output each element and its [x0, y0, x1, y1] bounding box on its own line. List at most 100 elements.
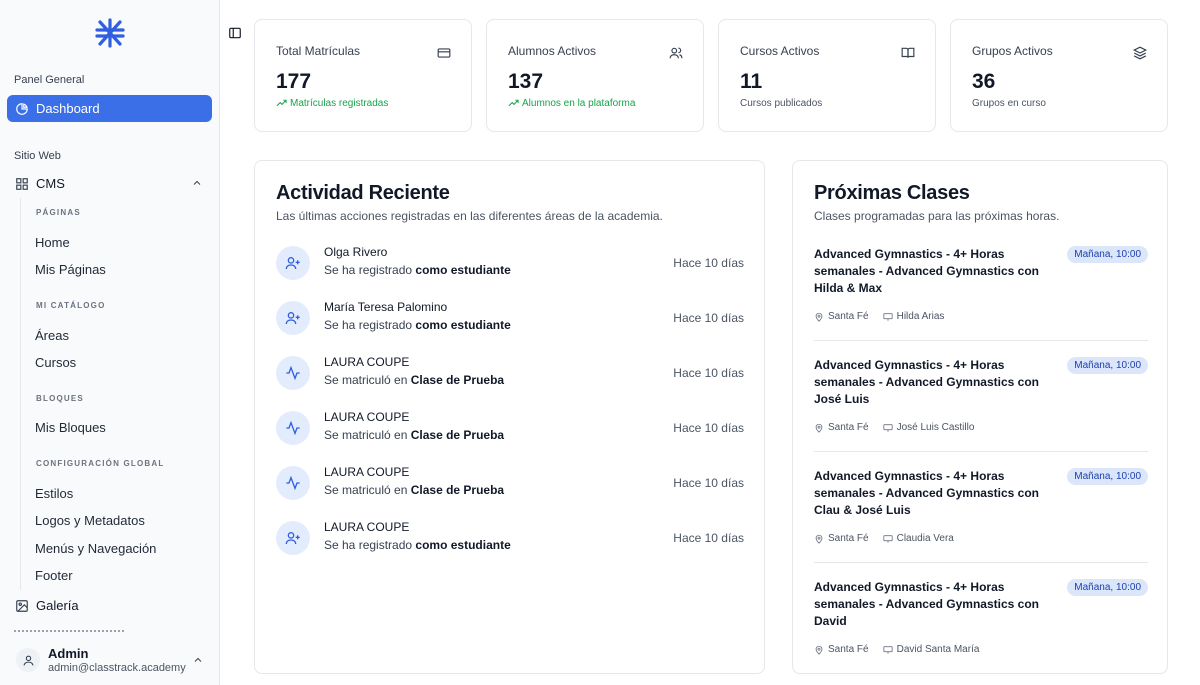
stat-title: Total Matrículas — [276, 44, 361, 58]
map-pin-icon — [815, 423, 823, 433]
activity-time: Hace 10 días — [673, 421, 744, 435]
divider — [814, 340, 1148, 341]
stat-card-enrollments: Total Matrículas 177 Matrículas registra… — [254, 19, 472, 132]
panel-subtitle: Clases programadas para las próximas hor… — [814, 209, 1060, 223]
presentation-icon — [883, 534, 893, 543]
activity-time: Hace 10 días — [673, 476, 744, 490]
sidebar-item-home[interactable]: Home — [35, 235, 70, 250]
activity-item: Olga Rivero Se ha registrado como estudi… — [276, 243, 744, 283]
upcoming-classes-panel: Próximas Clases Clases programadas para … — [792, 160, 1168, 674]
chevron-up-icon[interactable] — [191, 177, 203, 189]
group-head-blocks: BLOQUES — [36, 394, 84, 403]
activity-time: Hace 10 días — [673, 256, 744, 270]
group-head-global-config: CONFIGURACIÓN GLOBAL — [36, 459, 165, 468]
sidebar-item-dashboard[interactable]: Dashboard — [7, 95, 212, 122]
activity-name: LAURA COUPE — [324, 355, 410, 369]
stat-subtitle: Matrículas registradas — [276, 98, 388, 109]
activity-item: LAURA COUPE Se matriculó en Clase de Pru… — [276, 463, 744, 503]
image-icon — [15, 599, 29, 613]
stat-card-courses: Cursos Activos 11 Cursos publicados — [718, 19, 936, 132]
user-menu[interactable]: Admin admin@classtrack.academy — [0, 638, 219, 685]
sidebar-item-styles[interactable]: Estilos — [35, 486, 73, 501]
activity-item: LAURA COUPE Se ha registrado como estudi… — [276, 518, 744, 558]
activity-time: Hace 10 días — [673, 531, 744, 545]
sidebar-item-label: CMS — [36, 176, 65, 191]
section-label-panel: Panel General — [14, 74, 85, 86]
sidebar-item-areas[interactable]: Áreas — [35, 328, 69, 343]
activity-item: María Teresa Palomino Se ha registrado c… — [276, 298, 744, 338]
presentation-icon — [883, 423, 893, 432]
stat-card-groups: Grupos Activos 36 Grupos en curso — [950, 19, 1168, 132]
section-label-site: Sitio Web — [14, 150, 61, 162]
user-email: admin@classtrack.academy — [48, 662, 186, 674]
time-badge: Mañana, 10:00 — [1067, 357, 1148, 374]
submenu-rail — [20, 198, 21, 590]
activity-item: LAURA COUPE Se matriculó en Clase de Pru… — [276, 408, 744, 448]
sidebar-item-courses[interactable]: Cursos — [35, 355, 76, 370]
panel-subtitle: Las últimas acciones registradas en las … — [276, 209, 663, 223]
activity-description: Se ha registrado como estudiante — [324, 263, 511, 277]
pie-chart-icon — [15, 102, 29, 116]
avatar — [16, 648, 40, 672]
activity-time: Hace 10 días — [673, 311, 744, 325]
sidebar-item-my-pages[interactable]: Mis Páginas — [35, 262, 106, 277]
activity-name: LAURA COUPE — [324, 465, 410, 479]
activity-name: María Teresa Palomino — [324, 300, 448, 314]
stat-subtitle: Grupos en curso — [972, 98, 1046, 109]
presentation-icon — [883, 645, 893, 654]
stat-value: 36 — [972, 70, 996, 93]
class-title: Advanced Gymnastics - 4+ Horas semanales… — [814, 247, 1039, 295]
sidebar-item-logos-metadata[interactable]: Logos y Metadatos — [35, 513, 145, 528]
grid-icon — [15, 177, 29, 191]
activity-name: LAURA COUPE — [324, 410, 410, 424]
recent-activity-panel: Actividad Reciente Las últimas acciones … — [254, 160, 765, 674]
sidebar-item-menus-navigation[interactable]: Menús y Navegación — [35, 541, 156, 556]
panel-title: Próximas Clases — [814, 182, 970, 204]
layers-icon — [1133, 46, 1147, 60]
divider — [814, 451, 1148, 452]
activity-icon — [276, 356, 310, 390]
stat-title: Grupos Activos — [972, 44, 1053, 58]
sidebar-item-footer[interactable]: Footer — [35, 568, 73, 583]
presentation-icon — [883, 312, 893, 321]
map-pin-icon — [815, 534, 823, 544]
users-icon — [669, 47, 683, 59]
panel-title: Actividad Reciente — [276, 182, 450, 204]
trending-up-icon — [276, 99, 287, 107]
user-icon — [23, 655, 33, 665]
credit-card-icon — [437, 48, 451, 58]
stat-subtitle: Cursos publicados — [740, 98, 823, 109]
map-pin-icon — [815, 312, 823, 322]
stat-title: Alumnos Activos — [508, 44, 597, 58]
stat-subtitle: Alumnos en la plataforma — [508, 98, 635, 109]
time-badge: Mañana, 10:00 — [1067, 468, 1148, 485]
activity-description: Se ha registrado como estudiante — [324, 538, 511, 552]
brand-logo-icon[interactable] — [94, 18, 126, 48]
sidebar-item-gallery[interactable]: Galería — [7, 592, 212, 619]
activity-description: Se matriculó en Clase de Prueba — [324, 373, 505, 387]
clipped-sidebar-item — [14, 630, 124, 634]
class-meta: Santa Fé Hilda Arias — [814, 311, 944, 322]
activity-icon — [276, 466, 310, 500]
stat-title: Cursos Activos — [740, 44, 820, 58]
class-title: Advanced Gymnastics - 4+ Horas semanales… — [814, 469, 1039, 517]
user-name: Admin — [48, 646, 89, 661]
class-meta: Santa Fé José Luis Castillo — [814, 422, 974, 433]
activity-name: LAURA COUPE — [324, 520, 410, 534]
class-meta: Santa Fé David Santa María — [814, 644, 979, 655]
group-head-pages: PÁGINAS — [36, 208, 81, 217]
sidebar-item-my-blocks[interactable]: Mis Bloques — [35, 420, 106, 435]
chevron-up-icon[interactable] — [192, 654, 204, 666]
sidebar-item-cms[interactable]: CMS — [7, 170, 212, 197]
activity-item: LAURA COUPE Se matriculó en Clase de Pru… — [276, 353, 744, 393]
activity-icon — [276, 411, 310, 445]
class-title: Advanced Gymnastics - 4+ Horas semanales… — [814, 358, 1039, 406]
sidebar-item-label: Dashboard — [36, 101, 100, 116]
sidebar-toggle-icon[interactable] — [228, 26, 242, 40]
user-plus-icon — [276, 246, 310, 280]
user-plus-icon — [276, 301, 310, 335]
stat-value: 177 — [276, 70, 312, 93]
class-title: Advanced Gymnastics - 4+ Horas semanales… — [814, 580, 1039, 628]
time-badge: Mañana, 10:00 — [1067, 579, 1148, 596]
activity-name: Olga Rivero — [324, 245, 388, 259]
